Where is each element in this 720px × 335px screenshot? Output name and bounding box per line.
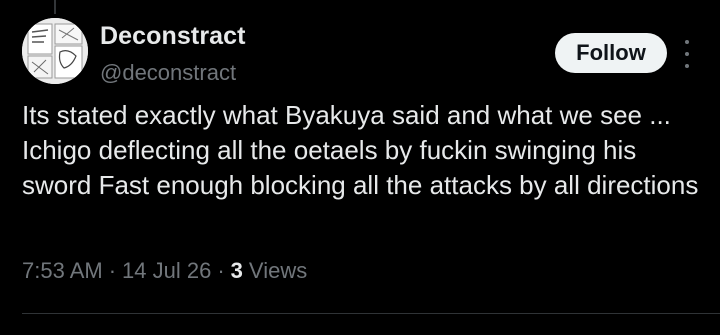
dot [685,64,689,68]
dot [685,40,689,44]
tweet-time[interactable]: 7:53 AM [22,258,103,283]
follow-button[interactable]: Follow [555,33,667,73]
thread-connector-line [54,0,56,14]
more-vertical-icon[interactable] [680,40,694,68]
tweet-text: Its stated exactly what Byakuya said and… [22,100,699,200]
divider [22,313,720,314]
views-count[interactable]: 3 [231,258,243,283]
dot [685,52,689,56]
tweet-meta: 7:53 AM · 14 Jul 26 · 3 Views [22,258,307,284]
meta-separator: · [108,258,117,283]
author-handle[interactable]: @deconstract [100,60,236,86]
manga-avatar-icon [22,18,88,84]
meta-separator: · [217,258,225,283]
tweet-date[interactable]: 14 Jul 26 [122,258,211,283]
author-display-name[interactable]: Deconstract [100,22,246,51]
avatar[interactable] [22,18,88,84]
views-label: Views [248,258,308,283]
